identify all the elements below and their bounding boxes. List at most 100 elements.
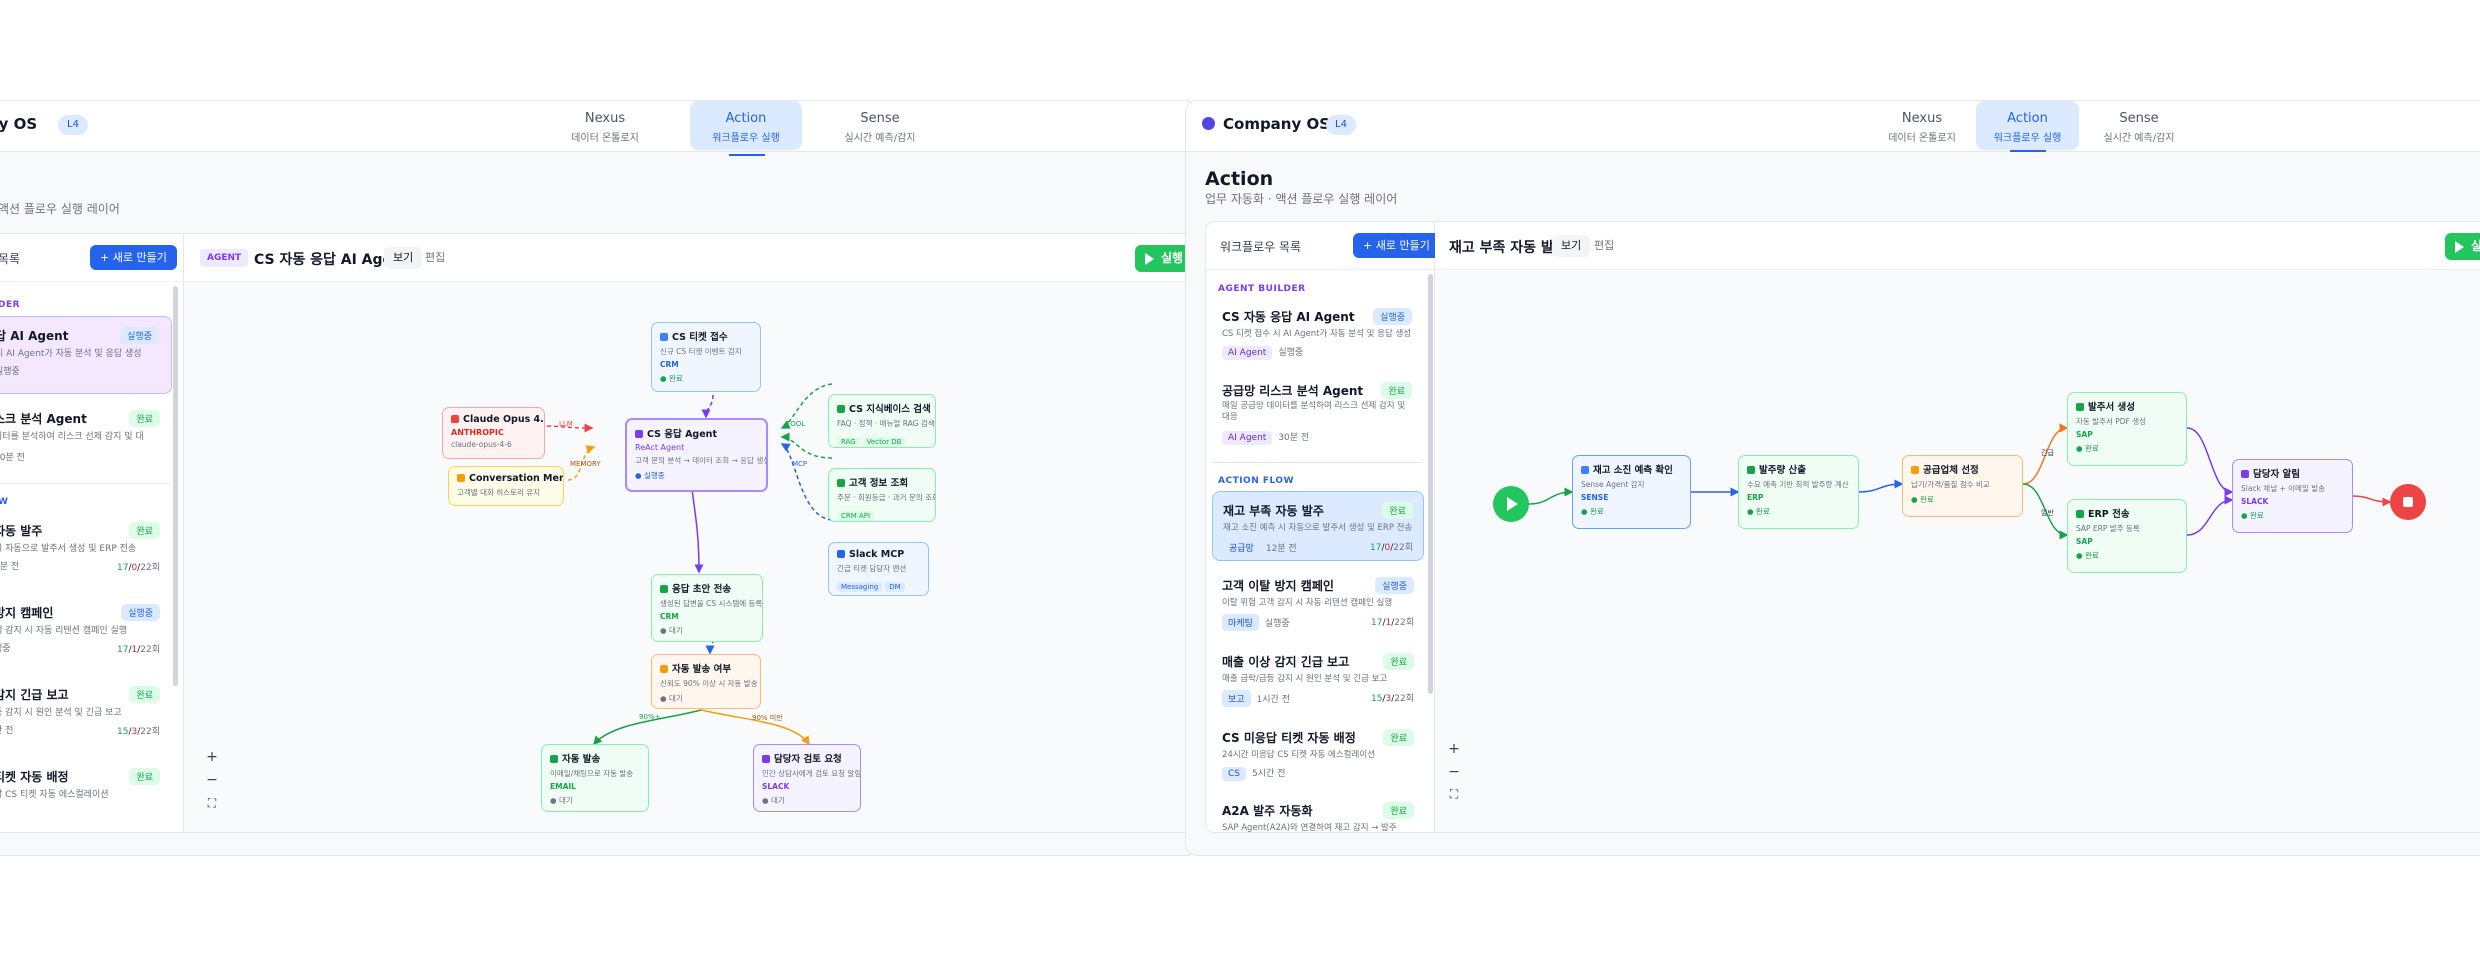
bell-icon (762, 755, 770, 763)
workflow-list-title: 워크플로우 목록 (1220, 240, 1302, 254)
list-item[interactable]: 자동 발주 시 자동으로 발주서 생성 및 ERP 전송 2분 전 완료 17/… (0, 512, 172, 586)
node-slack-mcp[interactable]: Slack MCP 긴급 티켓 담당자 멘션 Messaging DM (828, 542, 929, 596)
app-window-right: Company OS L4 Nexus 데이터 온톨로지 Action 워크플로우 … (1185, 100, 2480, 856)
edge-label: 90%+ (639, 713, 661, 721)
agent-badge: AGENT (200, 249, 249, 267)
branch-icon (1911, 466, 1919, 474)
tab-active-indicator (2010, 150, 2046, 152)
upload-icon (2076, 510, 2084, 518)
top-nav: ny OS L4 Nexus데이터 온톨로지 Action워크플로우 실행 Se… (0, 101, 1189, 156)
search-icon (837, 405, 845, 413)
bell-icon (2241, 470, 2249, 478)
start-node[interactable] (1493, 486, 1529, 522)
memory-icon (457, 474, 465, 482)
workflow-editor: 재고 부족 자동 발주 보기 편집 실 (1435, 221, 2480, 833)
edge-label: MEMORY (570, 460, 601, 468)
node-kb-search[interactable]: CS 지식베이스 검색 FAQ · 정책 · 매뉴얼 RAG 검색 RAG Vec… (828, 394, 936, 448)
workflow-editor: AGENT CS 자동 응답 AI Agent 보기 편집 실행 LLM MEM… (183, 233, 1189, 833)
zoom-out-button[interactable]: − (201, 772, 223, 788)
section-action-flow: ACTION FLOW (1218, 476, 1295, 486)
node-cs-agent[interactable]: CS 응답 Agent ReAct Agent 고객 문의 분석 → 데이터 조… (625, 418, 768, 492)
bolt-icon (1581, 466, 1589, 474)
edit-mode-button[interactable]: 편집 (1585, 235, 1623, 257)
app-logo: Company OS (1202, 115, 1330, 133)
flow-canvas[interactable]: LLM MEMORY TOOL MCP 90%+ 90% 미만 CS 티켓 접수… (184, 282, 1189, 832)
flow-canvas[interactable]: 긴급 일반 재고 소진 예측 확인 Sense Agent 감지 SENSE ●… (1435, 270, 2480, 832)
list-item[interactable]: 방지 캠페인 객 감지 시 자동 리텐션 캠페인 실행 행중 실행중 17/1/… (0, 594, 172, 668)
workflow-list-panel: 워크플로우 목록 + 새로 만들기 AGENT BUILDER CS 자동 응답… (1205, 221, 1440, 836)
logo-icon (1202, 117, 1215, 130)
run-button[interactable]: 실행 (1135, 245, 1189, 272)
tab-action[interactable]: Action 워크플로우 실행 (1976, 101, 2079, 150)
workflow-title: 재고 부족 자동 발주 (1449, 240, 1567, 256)
node-memory[interactable]: Conversation Memory 고객별 대화 히스토리 유지 (448, 466, 564, 506)
section-agent-builder: DER (0, 300, 21, 310)
tab-active-indicator (729, 154, 765, 156)
node-auto-send-decision[interactable]: 자동 발송 여부 신뢰도 90% 이상 시 자동 발송 ● 대기 (651, 654, 761, 709)
list-scrollbar[interactable] (1428, 274, 1433, 694)
end-node[interactable] (2390, 484, 2426, 520)
list-item[interactable]: 스크 분석 Agent 이터를 분석하여 리스크 선제 감지 및 대 30분 전… (0, 400, 172, 472)
node-po-create[interactable]: 발주서 생성 자동 발주서 PDF 생성 SAP ● 완료 (2067, 392, 2187, 466)
node-notify[interactable]: 담당자 알림 Slack 채널 + 이메일 발송 SLACK ● 완료 (2232, 459, 2353, 533)
run-button[interactable]: 실 (2445, 233, 2480, 260)
list-item[interactable]: 티켓 자동 배정 답 CS 티켓 자동 에스컬레이션 완료 (0, 758, 172, 818)
zoom-in-button[interactable]: + (1443, 741, 1465, 757)
tab-sense[interactable]: Sense 실시간 예측/감지 (820, 101, 940, 150)
branch-icon (660, 665, 668, 673)
node-auto-send[interactable]: 자동 발송 이메일/채팅으로 자동 발송 EMAIL ● 대기 (541, 744, 649, 812)
list-item[interactable]: 답 AI Agent 시 AI Agent가 자동 분석 및 응답 생성 실행중… (0, 316, 172, 394)
list-scrollbar[interactable] (173, 286, 178, 686)
zoom-out-button[interactable]: − (1443, 764, 1465, 780)
node-cs-intake[interactable]: CS 티켓 접수 신규 CS 티켓 이벤트 감지 CRM ● 완료 (651, 322, 761, 392)
fit-view-button[interactable]: ⛶ (1443, 787, 1465, 802)
slack-icon (837, 550, 845, 558)
list-item[interactable]: 감지 긴급 보고 등 감지 시 원인 분석 및 긴급 보고 간 전 완료 15/… (0, 676, 172, 750)
node-erp-send[interactable]: ERP 전송 SAP ERP 발주 등록 SAP ● 완료 (2067, 499, 2187, 573)
node-review-request[interactable]: 담당자 검토 요청 인간 상담사에게 검토 요청 알림 SLACK ● 대기 (753, 744, 861, 812)
list-item[interactable]: 재고 부족 자동 발주 재고 소진 예측 시 자동으로 발주서 생성 및 ERP… (1212, 491, 1424, 561)
list-item[interactable]: CS 자동 응답 AI Agent CS 티켓 접수 시 AI Agent가 자… (1212, 298, 1422, 368)
tab-nexus[interactable]: Nexus 데이터 온톨로지 (550, 101, 660, 150)
page-title: Action (1205, 168, 1274, 190)
app-window-left: ny OS L4 Nexus데이터 온톨로지 Action워크플로우 실행 Se… (0, 100, 1190, 856)
node-draft-send[interactable]: 응답 초안 전송 생성된 답변을 CS 시스템에 등록 CRM ● 대기 (651, 574, 763, 642)
user-icon (837, 479, 845, 487)
node-llm[interactable]: Claude Opus 4.6 ANTHROPIC claude-opus-4-… (442, 407, 545, 459)
role-badge: L4 (58, 115, 88, 135)
sparkle-icon (451, 415, 459, 423)
robot-icon (635, 430, 643, 438)
tab-sense[interactable]: Sense 실시간 예측/감지 (2079, 101, 2199, 150)
edge-label: TOOL (786, 420, 806, 428)
tab-action[interactable]: Action 워크플로우 실행 (690, 101, 802, 150)
edge-label: LLM (559, 420, 573, 428)
node-customer-lookup[interactable]: 고객 정보 조회 주문 · 회원등급 · 과거 문의 조회 CRM API (828, 468, 936, 522)
role-badge: L4 (1326, 115, 1356, 135)
node-order-qty[interactable]: 발주량 산출 수요 예측 기반 최적 발주량 계산 ERP ● 완료 (1738, 455, 1859, 529)
edit-mode-button[interactable]: 편집 (416, 247, 454, 269)
list-item[interactable]: 고객 이탈 방지 캠페인 이탈 위험 고객 감지 시 자동 리텐션 캠페인 실행… (1212, 567, 1424, 637)
mail-icon (550, 755, 558, 763)
section-action-flow: W (0, 497, 8, 507)
edge-label: 일반 (2041, 509, 2054, 517)
bolt-icon (660, 333, 668, 341)
zoom-in-button[interactable]: + (201, 749, 223, 765)
list-item[interactable]: CS 미응답 티켓 자동 배정 24시간 미응답 CS 티켓 자동 에스컬레이션… (1212, 719, 1424, 785)
list-item[interactable]: 매출 이상 감지 긴급 보고 매출 급락/급등 감지 시 원인 분석 및 긴급 … (1212, 643, 1424, 713)
calculator-icon (1747, 466, 1755, 474)
list-item[interactable]: A2A 발주 자동화 SAP Agent(A2A)와 연결하여 재고 감지 → … (1212, 792, 1424, 836)
top-nav: Company OS L4 Nexus 데이터 온톨로지 Action 워크플로우 … (1186, 101, 2480, 152)
fit-view-button[interactable]: ⛶ (201, 796, 223, 811)
new-workflow-button[interactable]: + 새로 만들기 (1353, 233, 1440, 258)
node-stock-check[interactable]: 재고 소진 예측 확인 Sense Agent 감지 SENSE ● 완료 (1572, 455, 1691, 529)
section-agent-builder: AGENT BUILDER (1218, 284, 1306, 294)
edge-label: MCP (792, 460, 808, 468)
edge-label: 긴급 (2041, 449, 2054, 457)
app-logo: ny OS (0, 115, 38, 133)
list-item[interactable]: 공급망 리스크 분석 Agent 매일 공급망 데이터를 분석하여 리스크 선제… (1212, 372, 1422, 445)
edge-label: 90% 미만 (752, 714, 783, 722)
tab-nexus[interactable]: Nexus 데이터 온톨로지 (1872, 101, 1972, 150)
new-workflow-button[interactable]: + 새로 만들기 (90, 245, 177, 270)
node-vendor-select[interactable]: 공급업체 선정 납기/가격/품질 점수 비교 ● 완료 (1902, 455, 2023, 517)
page-subtitle: 액션 플로우 실행 레이어 (0, 202, 120, 216)
